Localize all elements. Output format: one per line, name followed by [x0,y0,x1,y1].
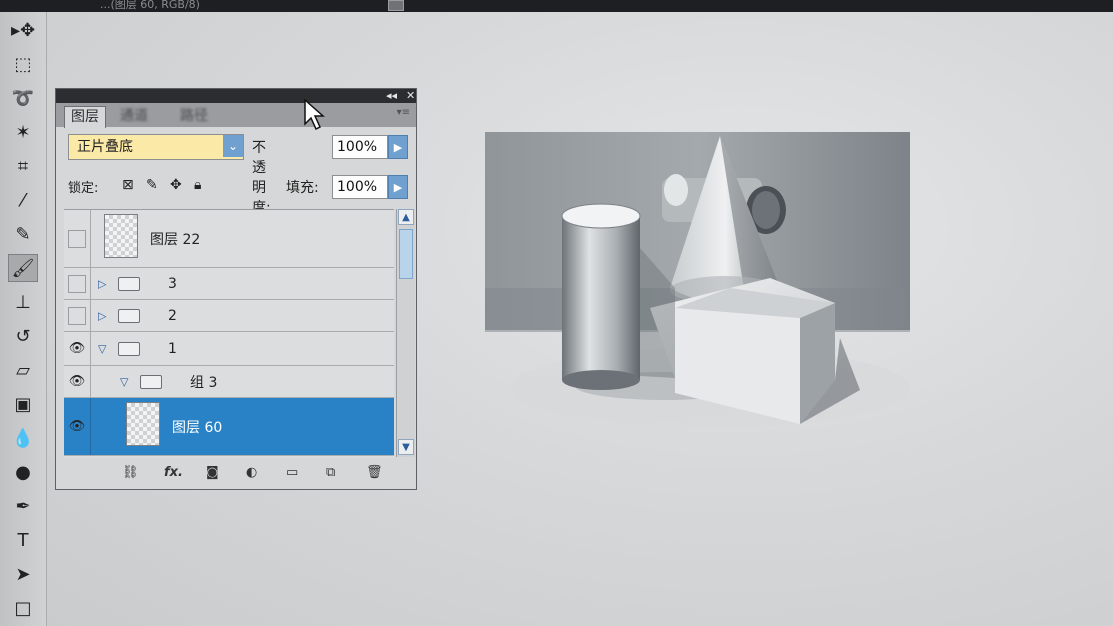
layer-row[interactable] [64,456,394,458]
path-selection-tool-icon[interactable]: ➤ [8,560,38,588]
panel-footer: ⛓ fx. ◙ ◐ ▭ ⧉ 🗑︎ [56,461,416,489]
mouse-cursor-icon [304,98,325,131]
layer-name: 3 [168,275,177,292]
fill-field[interactable]: 100% [332,175,388,199]
group-icon[interactable]: ▭ [286,465,298,480]
blur-tool-icon[interactable]: 💧 [8,424,38,452]
folder-icon [118,308,140,323]
move-tool-icon[interactable]: ▸✥ [8,16,38,44]
expanded-triangle-icon[interactable]: ▽ [120,375,128,388]
lock-transparent-icon[interactable]: ⊠ [122,177,134,193]
clone-stamp-tool-icon[interactable]: ⊥ [8,288,38,316]
folder-icon [118,276,140,291]
eye-icon[interactable]: 👁︎ [64,332,91,365]
shape-tool-icon[interactable]: □ [8,594,38,622]
layer-thumbnail [104,214,138,258]
layer-group-row[interactable]: 👁︎ ▽ 1 [64,332,394,366]
layers-panel: ◂◂ ✕ 图层 通道 路径 ▾≡ 正片叠底 ⌄ 不透明度: 100% ▶ 锁定:… [55,88,417,490]
opacity-field[interactable]: 100% [332,135,388,159]
opacity-value: 100% [337,139,378,155]
layer-thumbnail [126,402,160,446]
collapsed-triangle-icon[interactable]: ▷ [98,277,106,290]
lock-row: 锁定: ⊠ ✎ ✥ 🔒︎ 填充: 100% ▶ [68,175,413,203]
lock-all-icon[interactable]: 🔒︎ [194,177,201,193]
layer-name: 图层 60 [172,419,223,436]
layer-list: 图层 22 ▷ 3 ▷ 2 👁︎ ▽ 1 👁︎ ▽ 组 3 👁︎ 图层 60 [64,209,394,458]
scroll-up-icon[interactable]: ▲ [398,209,414,225]
visibility-toggle[interactable] [64,268,91,299]
visibility-box[interactable] [68,274,86,293]
folder-icon [118,341,140,356]
fill-value: 100% [337,179,378,195]
fill-slider-button[interactable]: ▶ [388,175,408,199]
layer-row[interactable]: 👁︎ 图层 60 [64,398,394,456]
tab-channels[interactable]: 通道 [114,106,154,127]
chevron-down-icon[interactable]: ⌄ [223,135,243,157]
visibility-toggle[interactable] [64,210,91,267]
layer-group-row[interactable]: 👁︎ ▽ 组 3 [64,366,394,398]
opacity-slider-button[interactable]: ▶ [388,135,408,159]
pen-tool-icon[interactable]: ✒ [8,492,38,520]
crop-tool-icon[interactable]: ⌗ [8,152,38,180]
layer-group-row[interactable]: ▷ 3 [64,268,394,300]
type-tool-icon[interactable]: T [8,526,38,554]
history-brush-tool-icon[interactable]: ↺ [8,322,38,350]
tools-panel: ▸✥ ⬚ ➰ ✶ ⌗ ⁄ ✎ 🖌 ⊥ ↺ ▱ ▣ 💧 ● ✒ T ➤ □ [0,12,47,626]
magic-wand-tool-icon[interactable]: ✶ [8,118,38,146]
collapsed-triangle-icon[interactable]: ▷ [98,309,106,322]
lock-label: 锁定: [68,181,99,196]
layer-group-row[interactable]: ▷ 2 [64,300,394,332]
layer-name: 1 [168,340,177,357]
layer-list-scrollbar[interactable]: ▲ ▼ [396,209,415,457]
eyedropper-tool-icon[interactable]: ⁄ [8,186,38,214]
panel-tab-bar: 图层 通道 路径 [56,103,416,128]
link-icon[interactable]: ⛓ [122,465,139,480]
eye-icon[interactable]: 👁︎ [64,366,91,397]
marquee-tool-icon[interactable]: ⬚ [8,50,38,78]
blend-mode-value: 正片叠底 [77,139,133,155]
new-layer-icon[interactable]: ⧉ [326,465,335,480]
lock-position-icon[interactable]: ✥ [170,177,182,193]
fill-label: 填充: [286,180,319,196]
lock-image-icon[interactable]: ✎ [146,177,158,193]
scroll-thumb[interactable] [399,229,413,279]
adjustment-icon[interactable]: ◐ [246,465,257,480]
collapse-panel-button[interactable]: ◂◂ [386,89,397,103]
window-title-bar: ...(图层 60, RGB/8) [0,0,1113,12]
panel-title-bar[interactable]: ◂◂ ✕ [56,89,416,103]
lasso-tool-icon[interactable]: ➰ [8,84,38,112]
tab-layers[interactable]: 图层 [64,106,106,128]
fx-icon[interactable]: fx. [164,465,183,480]
eye-icon[interactable]: 👁︎ [64,398,91,455]
trash-icon[interactable]: 🗑︎ [366,465,383,480]
healing-brush-tool-icon[interactable]: ✎ [8,220,38,248]
dodge-tool-icon[interactable]: ● [8,458,38,486]
window-title: ...(图层 60, RGB/8) [100,0,200,11]
layer-name: 图层 22 [150,231,201,248]
gradient-tool-icon[interactable]: ▣ [8,390,38,418]
layer-row[interactable]: 图层 22 [64,210,394,268]
artwork-still-life [485,132,910,428]
visibility-toggle[interactable] [64,300,91,331]
brush-tool-icon[interactable]: 🖌 [8,254,38,282]
visibility-box[interactable] [68,306,86,325]
window-minimize-button[interactable] [388,0,404,11]
folder-icon [140,374,162,389]
scroll-down-icon[interactable]: ▼ [398,439,414,455]
expanded-triangle-icon[interactable]: ▽ [98,342,106,355]
panel-menu-icon[interactable]: ▾≡ [397,107,410,118]
tab-paths[interactable]: 路径 [174,106,214,127]
close-panel-button[interactable]: ✕ [406,89,415,103]
layer-name: 2 [168,307,177,324]
visibility-box[interactable] [68,229,86,248]
mask-icon[interactable]: ◙ [206,465,219,480]
blend-mode-select[interactable]: 正片叠底 [68,134,244,160]
eraser-tool-icon[interactable]: ▱ [8,356,38,384]
layer-name: 组 3 [190,374,218,391]
